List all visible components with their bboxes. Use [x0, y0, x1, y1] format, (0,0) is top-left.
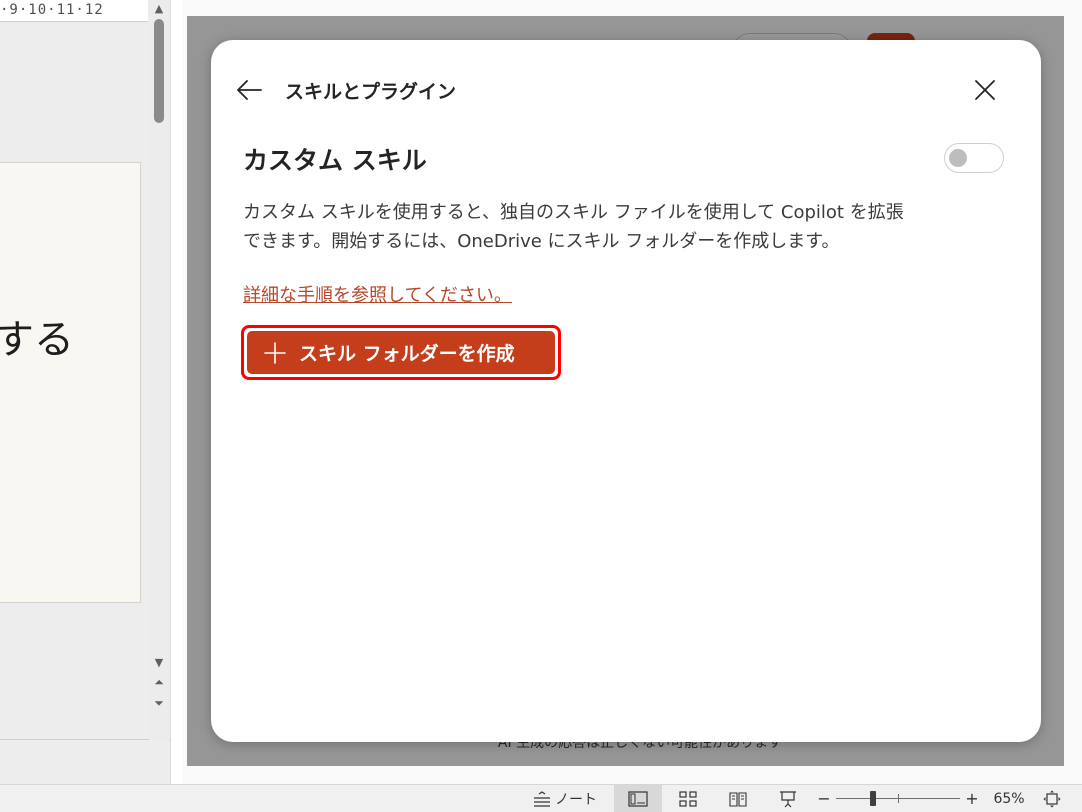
- custom-skills-toggle[interactable]: [944, 143, 1004, 173]
- ruler-numbers: ·9·10·11·12: [0, 2, 104, 18]
- description-line: できます。開始するには、OneDrive にスキル フォルダーを作成します。: [243, 231, 840, 252]
- description-line: カスタム スキルを使用すると、独自のスキル ファイルを使用して Copilot …: [243, 202, 904, 223]
- normal-view-icon: [628, 790, 648, 807]
- close-icon: [975, 80, 995, 100]
- plus-icon: [263, 341, 287, 365]
- toggle-knob: [949, 149, 967, 167]
- slide-editor: ·9·10·11·12 する ▲ ▼ ⏶ ⏷: [0, 0, 170, 784]
- skills-dialog: スキルとプラグイン カスタム スキル カスタム スキルを使用すると、独自のスキル…: [211, 40, 1041, 742]
- previous-slide-icon[interactable]: ⏶: [149, 675, 169, 689]
- back-button[interactable]: [231, 72, 267, 108]
- dialog-title: スキルとプラグイン: [285, 81, 457, 103]
- editor-divider: [0, 739, 170, 740]
- create-skill-folder-button[interactable]: スキル フォルダーを作成: [247, 331, 555, 374]
- horizontal-ruler: ·9·10·11·12: [0, 0, 148, 22]
- learn-more-link[interactable]: 詳細な手順を参照してください。: [243, 281, 512, 307]
- slideshow-button[interactable]: [766, 785, 810, 812]
- zoom-slider-thumb[interactable]: [870, 791, 877, 806]
- scroll-thumb[interactable]: [154, 19, 164, 123]
- status-bar: ノート − + 65%: [0, 784, 1082, 812]
- close-button[interactable]: [967, 72, 1003, 108]
- presentation-icon: [780, 790, 796, 807]
- reading-view-button[interactable]: [716, 785, 760, 812]
- notes-label: ノート: [555, 791, 597, 808]
- grid-icon: [679, 790, 697, 807]
- zoom-out-button[interactable]: −: [814, 785, 834, 812]
- notes-icon: [534, 790, 550, 807]
- zoom-level[interactable]: 65%: [988, 785, 1030, 812]
- arrow-left-icon: [237, 80, 262, 100]
- next-slide-icon[interactable]: ⏷: [149, 696, 169, 710]
- fit-window-icon: [1043, 790, 1061, 807]
- vertical-scrollbar[interactable]: ▲ ▼ ⏶ ⏷: [149, 0, 169, 740]
- scroll-up-icon[interactable]: ▲: [149, 2, 169, 16]
- slide-sorter-button[interactable]: [666, 785, 710, 812]
- normal-view-button[interactable]: [614, 785, 662, 812]
- zoom-slider-midpoint: [898, 794, 899, 803]
- section-title: カスタム スキル: [243, 146, 427, 175]
- fit-to-window-button[interactable]: [1038, 785, 1066, 812]
- create-button-label: スキル フォルダーを作成: [299, 343, 515, 365]
- book-icon: [729, 791, 747, 807]
- scroll-down-icon[interactable]: ▼: [149, 656, 169, 670]
- slide-text-fragment[interactable]: する: [0, 307, 74, 365]
- section-description: カスタム スキルを使用すると、独自のスキル ファイルを使用して Copilot …: [243, 198, 1013, 256]
- slide-canvas[interactable]: する: [0, 162, 141, 603]
- pane-gutter: [170, 0, 182, 784]
- zoom-in-button[interactable]: +: [962, 785, 982, 812]
- notes-button[interactable]: ノート: [530, 785, 600, 812]
